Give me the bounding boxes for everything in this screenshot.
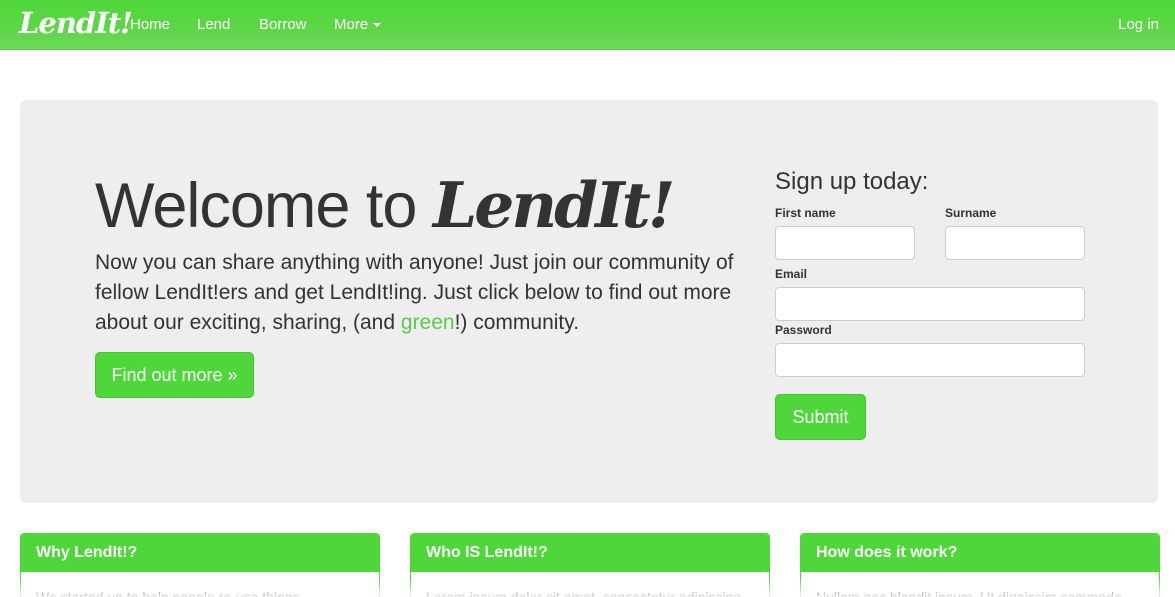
lead-part-2: !) community. <box>454 311 580 334</box>
first-name-label: First name <box>775 206 836 220</box>
panel-heading: How does it work? <box>801 534 1159 572</box>
nav-home-link[interactable]: Home <box>130 16 170 33</box>
hero-jumbotron: Welcome to LendIt! Now you can share any… <box>20 100 1158 503</box>
panel-body: We started up to help people re-use thin… <box>36 589 300 597</box>
brand-logo[interactable]: LendIt! <box>19 6 133 40</box>
email-label: Email <box>775 267 808 281</box>
lead-green-word: green <box>400 311 455 334</box>
panel-body: Nullam nec blandit ipsum. Ut dignissim c… <box>816 589 1122 597</box>
login-link[interactable]: Log in <box>1118 16 1159 33</box>
find-out-more-button[interactable]: Find out more » <box>95 352 254 398</box>
signup-title: Sign up today: <box>775 168 929 195</box>
nav-more-label: More <box>334 16 369 33</box>
first-name-input[interactable] <box>775 226 915 260</box>
email-input[interactable] <box>775 287 1085 321</box>
panel-why-lendit: Why LendIt!? We started up to help peopl… <box>20 533 380 597</box>
panel-body: Lorem ipsum dolor sit amet, consectetur … <box>426 589 742 597</box>
welcome-prefix: Welcome to <box>95 171 433 241</box>
panel-how-does-it-work: How does it work? Nullam nec blandit ips… <box>800 533 1160 597</box>
panel-heading: Why LendIt!? <box>21 534 379 572</box>
panel-who-is-lendit: Who IS LendIt!? Lorem ipsum dolor sit am… <box>410 533 770 597</box>
top-navbar: LendIt! Home Lend Borrow More Log in <box>0 0 1175 50</box>
password-label: Password <box>775 323 832 337</box>
panel-heading: Who IS LendIt!? <box>411 534 769 572</box>
surname-label: Surname <box>945 206 997 220</box>
caret-down-icon <box>373 23 382 28</box>
nav-borrow-link[interactable]: Borrow <box>259 16 307 33</box>
nav-lend-link[interactable]: Lend <box>197 16 230 33</box>
submit-button[interactable]: Submit <box>775 394 866 440</box>
welcome-brand: LendIt! <box>432 168 675 242</box>
hero-lead-text: Now you can share anything with anyone! … <box>95 248 735 338</box>
password-input[interactable] <box>775 343 1085 377</box>
surname-input[interactable] <box>945 226 1085 260</box>
nav-more-dropdown[interactable]: More <box>334 16 382 33</box>
welcome-heading: Welcome to LendIt! <box>95 168 675 242</box>
